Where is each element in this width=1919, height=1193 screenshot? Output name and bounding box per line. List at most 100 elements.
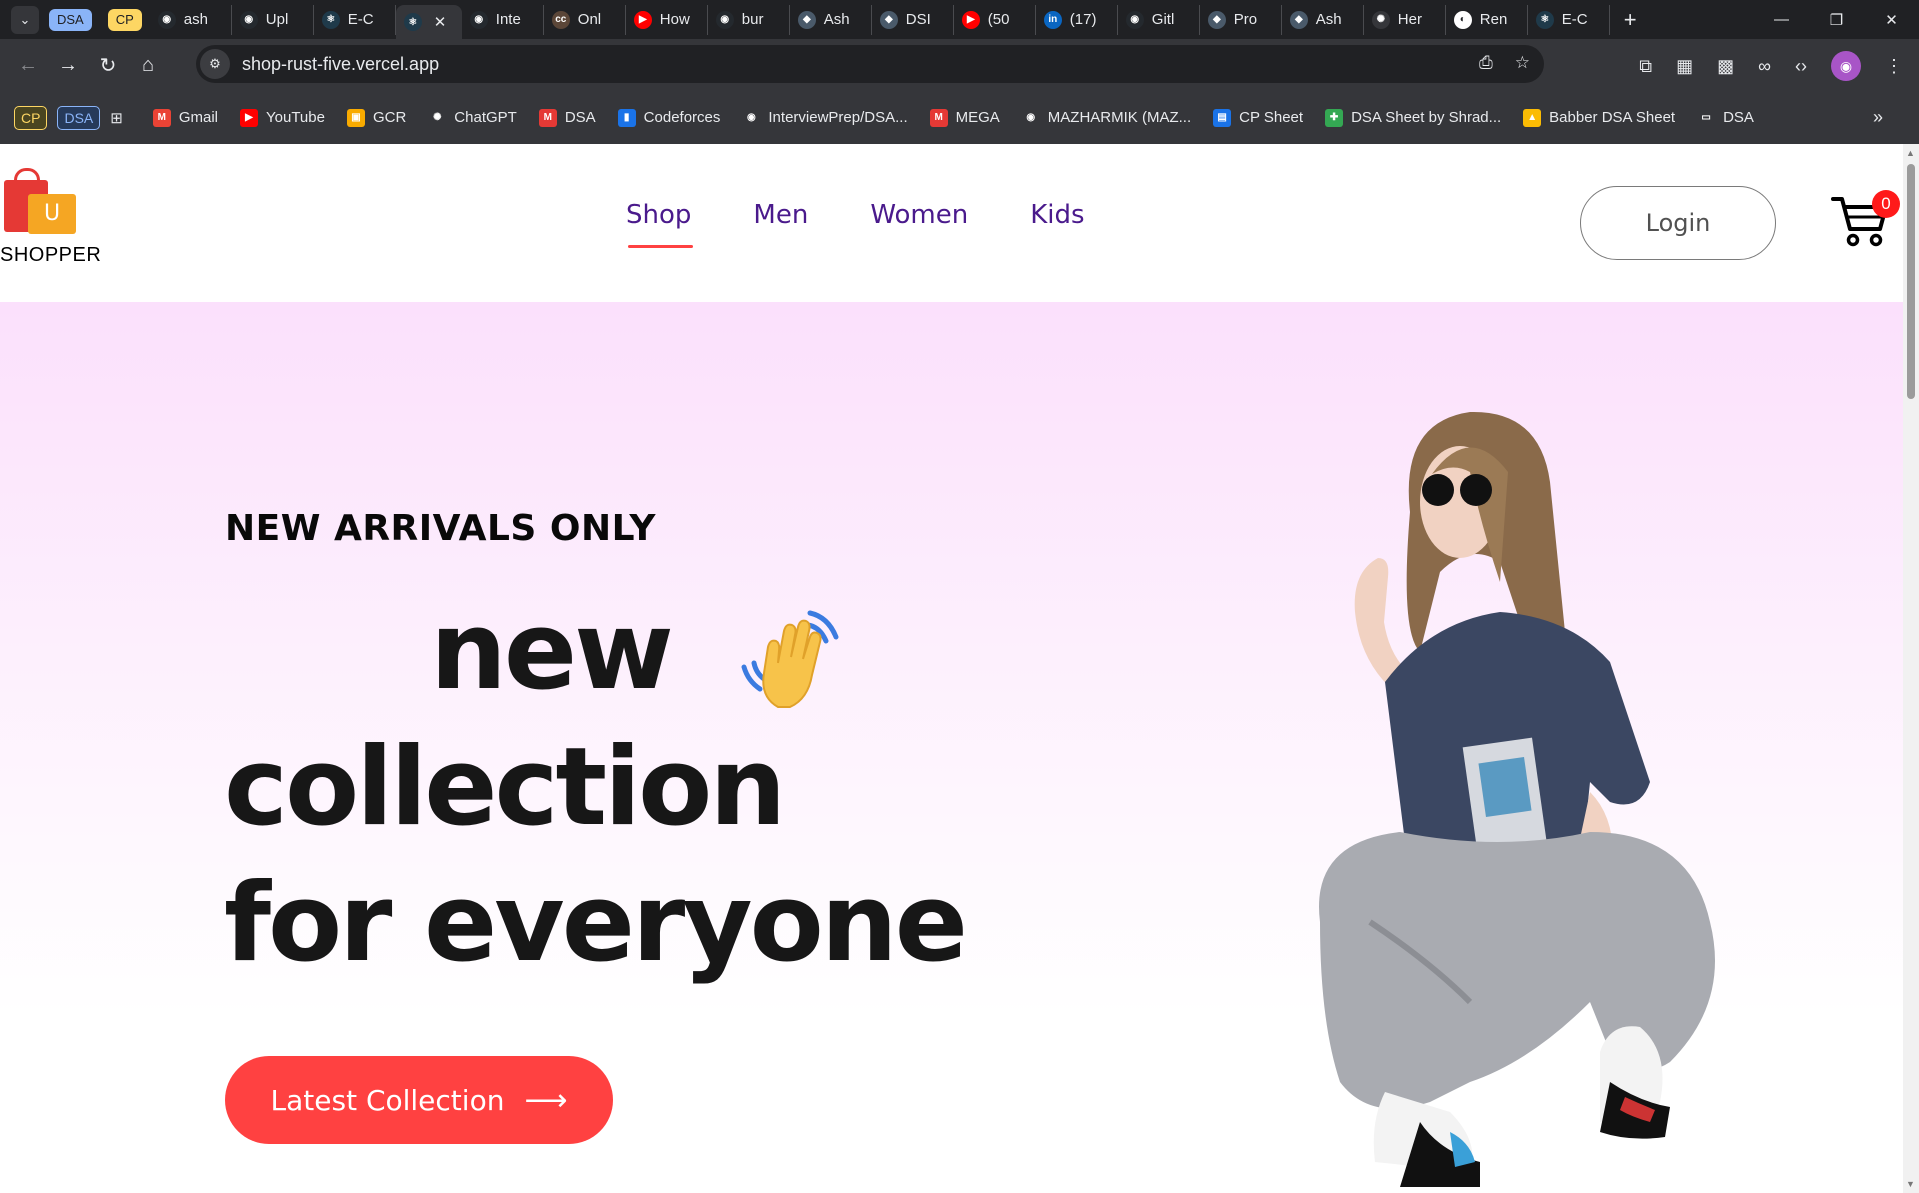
scrollbar-thumb[interactable] [1907,164,1915,399]
site-icon: ◆ [1207,10,1226,29]
bookmark-tag-cp[interactable]: CP [14,105,48,130]
latest-collection-button[interactable]: Latest Collection ⟶ [225,1056,613,1144]
browser-tab[interactable]: ⚛ E-C [1528,4,1610,35]
bookmark-label: CP Sheet [1239,109,1304,126]
browser-tab[interactable]: ◉ ash [150,4,232,35]
nav-women[interactable]: Women [870,200,968,230]
bookmark-item[interactable]: M DSA [538,108,596,127]
bookmark-favicon-icon: ▣ [346,108,365,127]
browser-tab-label: Inte [495,11,521,28]
login-button[interactable]: Login [1580,186,1776,260]
side-panel-icon[interactable]: ▦ [1676,56,1693,77]
menu-kebab-icon[interactable]: ⋮ [1885,56,1903,77]
bookmark-item[interactable]: ▲ Babber DSA Sheet [1523,108,1675,127]
browser-tab[interactable]: ▶ How [626,4,708,35]
nav-kids[interactable]: Kids [1030,200,1084,230]
browser-tab[interactable]: ⚛ E-C [314,4,396,35]
browser-tab[interactable]: ◉ bur [708,4,790,35]
home-icon[interactable]: ⌂ [128,54,168,77]
bookmark-label: YouTube [266,109,325,126]
qr-code-icon[interactable]: ▩ [1717,56,1734,77]
codechef-icon: cc [551,10,570,29]
browser-tab-label: Ash [823,11,850,28]
browser-tab[interactable]: ◆ DSI [872,4,954,35]
bookmark-item[interactable]: ▭ DSA [1697,108,1754,127]
react-icon: ⚛ [1535,10,1554,29]
extensions-icon[interactable]: ⧉ [1639,56,1652,77]
bookmark-label: Codeforces [643,109,721,126]
devtools-icon[interactable]: ‹› [1795,56,1807,77]
install-app-icon[interactable]: ⎙ [1479,53,1493,73]
back-icon[interactable]: ← [8,54,48,77]
browser-tab[interactable]: cc Onl [544,4,626,35]
nav-men[interactable]: Men [753,200,808,230]
browser-tab-label: Pro [1233,11,1258,28]
url-text[interactable]: shop-rust-five.vercel.app [242,54,439,75]
scroll-up-icon[interactable]: ▲ [1906,148,1915,158]
latest-collection-label: Latest Collection [270,1083,505,1117]
browser-tab[interactable]: in (17) [1036,4,1118,35]
cart-count-badge: 0 [1872,190,1900,218]
browser-tab[interactable]: ◉ Inte [462,4,544,35]
bookmark-star-icon[interactable]: ☆ [1515,53,1530,73]
linkedin-icon: in [1043,10,1062,29]
bookmark-label: DSA [1723,109,1754,126]
hero-tagline: NEW ARRIVALS ONLY [225,508,656,549]
scroll-down-icon[interactable]: ▼ [1906,1179,1915,1189]
bookmark-tag-dsa[interactable]: DSA [57,105,101,130]
browser-tab[interactable]: ◐ Ren [1446,4,1528,35]
reload-icon[interactable]: ↻ [88,53,128,78]
chatgpt-icon: ✺ [1371,10,1390,29]
site-logo[interactable]: U SHOPPER [0,166,101,267]
bookmark-label: Gmail [178,109,218,126]
browser-tab[interactable]: ▶ (50 [954,4,1036,35]
github-icon: ◉ [1125,10,1144,29]
tab-group-dsa[interactable]: DSA [49,8,92,31]
bookmark-item[interactable]: ▣ GCR [346,108,406,127]
forward-icon[interactable]: → [48,54,88,77]
bookmark-item[interactable]: M Gmail [152,108,218,127]
bookmark-item[interactable]: ◉ MAZHARMIK (MAZ... [1021,108,1191,127]
bookmark-favicon-icon: ◉ [1021,108,1040,127]
bookmark-item[interactable]: ▶ YouTube [240,108,325,127]
tab-search-button[interactable]: ⌄ [11,5,39,34]
browser-tab[interactable]: ◆ Ash [790,4,872,35]
address-bar[interactable]: ⚙ shop-rust-five.vercel.app ⎙ ☆ [196,45,1544,83]
minimize-icon[interactable]: — [1754,11,1809,28]
restore-icon[interactable]: ❐ [1809,11,1864,29]
hero-heading-line-3: for everyone [224,861,968,986]
bookmark-favicon-icon: ▮ [617,108,636,127]
close-window-icon[interactable]: ✕ [1864,11,1919,29]
browser-tab-label: (50 [987,11,1010,28]
new-tab-button[interactable]: + [1624,7,1637,33]
hero-section: NEW ARRIVALS ONLY new collection for eve… [0,302,1903,1193]
tab-group-cp[interactable]: CP [107,8,142,31]
page-scrollbar[interactable]: ▲ ▼ [1903,144,1919,1193]
site-info-icon[interactable]: ⚙ [200,49,230,79]
more-bookmarks-icon[interactable]: » [1873,107,1883,128]
bookmark-item[interactable]: ◉ InterviewPrep/DSA... [742,108,908,127]
close-tab-icon[interactable]: ✕ [434,13,447,31]
bookmark-item[interactable]: ✚ DSA Sheet by Shrad... [1325,108,1501,127]
browser-tab[interactable]: ✺ Her [1364,4,1446,35]
browser-tab[interactable]: ◆ Pro [1200,4,1282,35]
browser-tab[interactable]: ⚛ ✕ [395,5,462,39]
link-icon[interactable]: ∞ [1758,56,1771,77]
browser-tab[interactable]: ◉ Upl [232,4,314,35]
bookmark-favicon-icon: ✚ [1325,108,1344,127]
bookmark-item[interactable]: ▤ CP Sheet [1213,108,1304,127]
apps-grid-icon[interactable]: ⊞ [110,109,123,127]
browser-tab-label: Upl [265,11,289,28]
bookmark-item[interactable]: ▮ Codeforces [617,108,721,127]
nav-shop[interactable]: Shop [626,200,694,248]
bookmark-item[interactable]: M MEGA [929,108,1000,127]
bookmark-favicon-icon: M [538,108,557,127]
browser-tab-label: (17) [1069,11,1097,28]
hero-model-image [1319,411,1715,1187]
browser-tab[interactable]: ◉ Gitl [1118,4,1200,35]
bookmark-favicon-icon: M [929,108,948,127]
browser-tab[interactable]: ◆ Ash [1282,4,1364,35]
bookmark-favicon-icon: M [152,108,171,127]
profile-avatar[interactable]: ◉ [1831,51,1861,81]
bookmark-item[interactable]: ✺ ChatGPT [428,108,517,127]
